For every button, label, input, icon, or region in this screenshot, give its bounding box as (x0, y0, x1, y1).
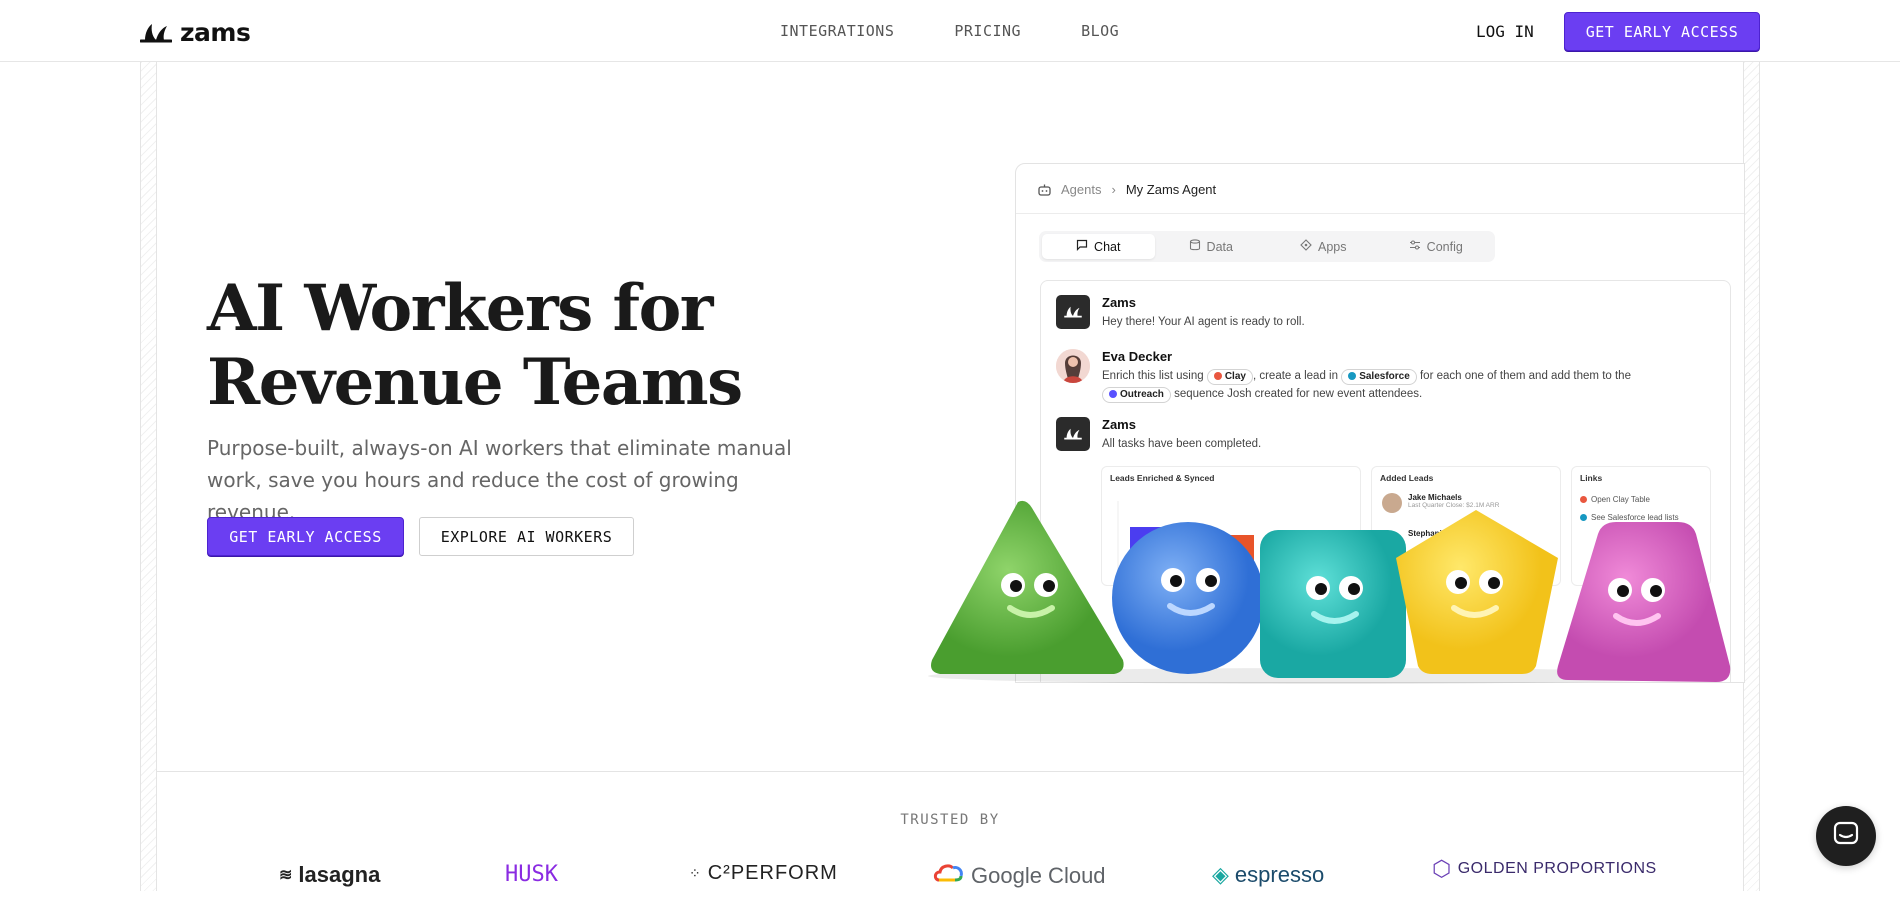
chat-bubble-icon (1076, 239, 1088, 254)
green-triangle-mascot (931, 500, 1124, 674)
zams-logo[interactable]: zams (140, 18, 251, 47)
teal-cylinder-mascot (1260, 530, 1406, 678)
hero-subtitle: Purpose-built, always-on AI workers that… (207, 436, 792, 524)
message-text-part: Enrich this list using (1102, 370, 1204, 382)
logo-text: zams (180, 18, 251, 47)
trusted-by-label: TRUSTED BY (900, 812, 1000, 828)
chat-message: Zams All tasks have been completed. (1056, 417, 1261, 453)
clay-pill[interactable]: Clay (1206, 369, 1253, 385)
app-tabs: Chat Data Apps Config (1039, 231, 1495, 262)
nav-get-early-access-button[interactable]: GET EARLY ACCESS (1564, 12, 1760, 51)
bot-icon (1038, 184, 1051, 196)
chat-icon (1833, 821, 1859, 852)
logo-golden-proportions-text: GOLDEN PROPORTIONS (1457, 860, 1657, 877)
section-divider (157, 771, 1743, 772)
tab-apps[interactable]: Apps (1267, 234, 1380, 259)
hero-title: AI Workers for Revenue Teams (207, 271, 743, 420)
clay-pill-label: Clay (1224, 371, 1246, 382)
salesforce-pill-label: Salesforce (1359, 371, 1410, 382)
tab-config[interactable]: Config (1380, 234, 1493, 259)
logo-espresso-text: espresso (1234, 862, 1325, 887)
clay-icon (1213, 372, 1222, 380)
chat-message: Zams Hey there! Your AI agent is ready t… (1056, 295, 1305, 331)
logo-husk: HUSK (505, 862, 558, 887)
logo-google-cloud: Google Cloud (933, 862, 1106, 890)
logo-husk-text: HUSK (505, 862, 558, 887)
message-sender: Eva Decker (1102, 349, 1173, 364)
explore-ai-workers-button[interactable]: EXPLORE AI WORKERS (419, 517, 634, 556)
google-cloud-icon (933, 862, 965, 890)
pink-trapezoid-mascot (1557, 522, 1731, 682)
tab-chat-label: Chat (1094, 239, 1121, 254)
nav-links: INTEGRATIONS PRICING BLOG (780, 22, 1119, 40)
tab-config-label: Config (1426, 239, 1463, 254)
apps-diamond-icon (1300, 239, 1312, 254)
hero-cta-group: GET EARLY ACCESS EXPLORE AI WORKERS (207, 517, 634, 556)
chat-message: Eva Decker Enrich this list using Clay , … (1056, 349, 1696, 403)
breadcrumb-current: My Zams Agent (1125, 182, 1217, 197)
tab-data-label: Data (1206, 239, 1233, 254)
logo-espresso: ◈ espresso (1212, 862, 1324, 888)
tab-chat[interactable]: Chat (1042, 234, 1155, 259)
outreach-icon (1109, 390, 1117, 398)
sliders-icon (1409, 239, 1421, 254)
logo-c2perform: ⁘ C²PERFORM (689, 862, 838, 885)
lasagna-waves-icon: ≋ (279, 867, 293, 884)
database-icon (1189, 239, 1201, 254)
outreach-pill-label: Outreach (1120, 389, 1164, 400)
yellow-pentagon-mascot (1396, 510, 1558, 674)
logo-golden-proportions: ⬡ GOLDEN PROPORTIONS (1432, 856, 1657, 882)
dots-icon: ⁘ (689, 865, 702, 881)
zams-avatar (1056, 295, 1090, 329)
message-text-part: sequence Josh created for new event atte… (1174, 388, 1423, 400)
panel-title: Added Leads (1380, 473, 1434, 483)
logo-lasagna: ≋ lasagna (279, 862, 380, 888)
nav-link-pricing[interactable]: PRICING (954, 22, 1021, 40)
nav-link-blog[interactable]: BLOG (1081, 22, 1119, 40)
chevron-right-icon: › (1111, 182, 1116, 197)
breadcrumb: Agents › My Zams Agent (1038, 182, 1216, 197)
message-text: Enrich this list using Clay , create a le… (1102, 367, 1631, 403)
espresso-icon: ◈ (1212, 862, 1229, 887)
right-rail-decoration (1743, 62, 1760, 891)
salesforce-icon (1348, 372, 1357, 380)
nav-link-integrations[interactable]: INTEGRATIONS (780, 22, 894, 40)
logo-c2perform-text: C²PERFORM (707, 862, 838, 884)
mascot-shapes-illustration (928, 500, 1731, 684)
salesforce-pill[interactable]: Salesforce (1341, 369, 1417, 385)
support-chat-button[interactable] (1816, 806, 1876, 866)
message-text-part: for each one of them and add them to the (1419, 370, 1631, 382)
hexagon-icon: ⬡ (1432, 856, 1452, 881)
message-sender: Zams (1102, 295, 1136, 310)
customer-logos: ≋ lasagna HUSK ⁘ C²PERFORM Google Cloud … (157, 856, 1743, 902)
panel-title: Links (1580, 473, 1603, 483)
tab-apps-label: Apps (1318, 239, 1347, 254)
hero-get-early-access-button[interactable]: GET EARLY ACCESS (207, 517, 404, 556)
message-text: All tasks have been completed. (1102, 438, 1262, 450)
breadcrumb-agents[interactable]: Agents (1061, 182, 1101, 197)
top-nav: zams INTEGRATIONS PRICING BLOG LOG IN GE… (0, 0, 1900, 62)
logo-google-cloud-text: Google Cloud (971, 863, 1106, 888)
user-avatar (1056, 349, 1090, 383)
tab-data[interactable]: Data (1155, 234, 1268, 259)
message-sender: Zams (1102, 417, 1136, 432)
message-text-part: , create a lead in (1252, 370, 1338, 382)
zams-avatar (1056, 417, 1090, 451)
message-text: Hey there! Your AI agent is ready to rol… (1102, 316, 1305, 328)
outreach-pill[interactable]: Outreach (1102, 387, 1171, 403)
zams-logo-icon (140, 23, 172, 42)
left-rail-decoration (140, 62, 157, 891)
logo-lasagna-text: lasagna (298, 862, 381, 887)
login-link[interactable]: LOG IN (1476, 22, 1534, 41)
blue-circle-mascot (1112, 522, 1264, 674)
app-header-divider (1016, 213, 1744, 214)
